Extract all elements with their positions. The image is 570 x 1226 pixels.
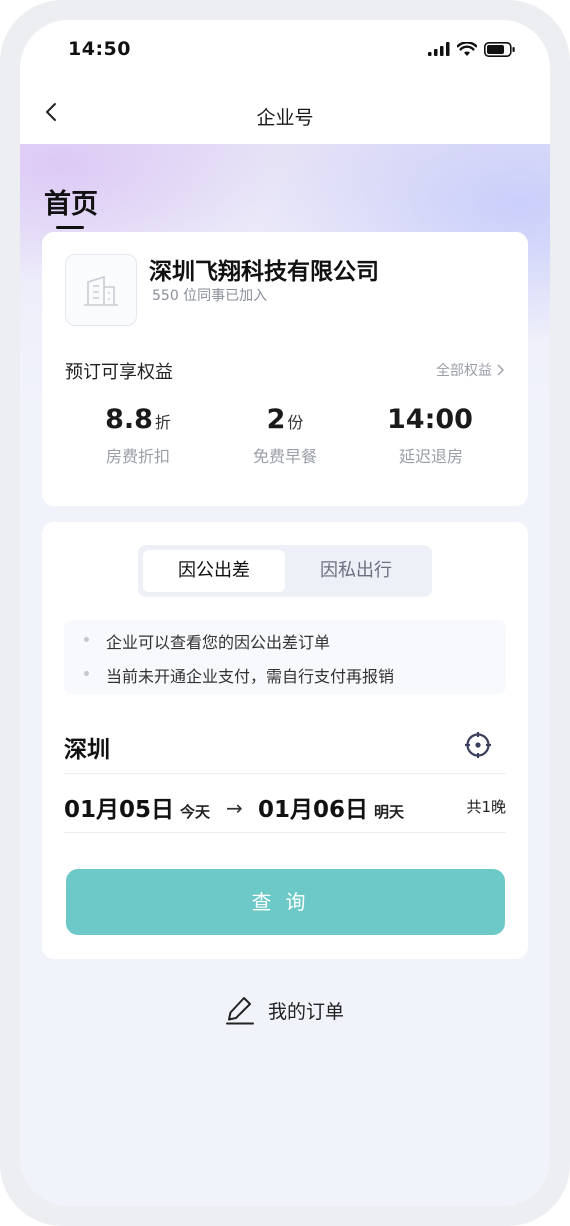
benefit-breakfast: 2份 免费早餐	[205, 404, 365, 467]
wifi-icon	[457, 41, 477, 56]
benefit-value: 14:00	[387, 404, 473, 435]
building-icon	[84, 275, 118, 306]
company-members: 550 位同事已加入	[152, 288, 268, 304]
benefit-label: 房费折扣	[105, 447, 170, 466]
benefit-label: 延迟退房	[398, 447, 463, 466]
check-out-date[interactable]: 01月06日 明天	[258, 790, 404, 824]
company-name: 深圳飞翔科技有限公司	[149, 259, 379, 285]
note-item: 企业可以查看您的因公出差订单	[84, 629, 330, 653]
date-selector[interactable]: 01月05日 今天 → 01月06日 明天 共1晚	[64, 790, 506, 830]
screen: 14:50 企业号 首页 深圳飞翔科技有限公司 550 位同事已加入 预订可享权…	[20, 20, 550, 1206]
tab-business-trip[interactable]: 因公出差	[143, 550, 285, 592]
city-selector[interactable]: 深圳	[64, 730, 110, 764]
check-in-date[interactable]: 01月05日 今天	[64, 790, 210, 824]
nights-count: 共1晚	[466, 798, 506, 816]
booking-card: 因公出差 因私出行 企业可以查看您的因公出差订单 当前未开通企业支付，需自行支付…	[42, 522, 528, 959]
benefit-value: 2份	[266, 404, 304, 435]
phone-frame: 14:50 企业号 首页 深圳飞翔科技有限公司 550 位同事已加入 预订可享权…	[0, 0, 570, 1226]
query-button[interactable]: 查询	[66, 869, 505, 935]
benefit-late-checkout: 14:00 延迟退房	[351, 404, 511, 467]
status-time: 14:50	[68, 38, 131, 60]
my-orders-link[interactable]: 我的订单	[20, 995, 550, 1025]
battery-icon	[484, 41, 515, 57]
benefit-label: 免费早餐	[252, 447, 317, 466]
benefits-title: 预订可享权益	[65, 362, 173, 383]
benefit-discount: 8.8 折 房费折扣	[58, 404, 218, 467]
tab-personal-trip[interactable]: 因私出行	[285, 550, 427, 592]
trip-type-tabs: 因公出差 因私出行	[138, 545, 432, 597]
locate-icon[interactable]	[464, 731, 492, 759]
divider	[64, 832, 506, 833]
note-item: 当前未开通企业支付，需自行支付再报销	[84, 663, 394, 687]
all-benefits-label: 全部权益	[436, 363, 492, 379]
date-arrow: →	[226, 796, 243, 820]
chevron-right-icon	[497, 364, 504, 376]
company-logo	[65, 254, 137, 326]
nav-bar: 企业号	[20, 78, 550, 144]
booking-notes: 企业可以查看您的因公出差订单 当前未开通企业支付，需自行支付再报销	[64, 620, 506, 694]
benefit-value: 8.8 折	[105, 404, 171, 435]
signal-icon	[428, 42, 450, 56]
company-card: 深圳飞翔科技有限公司 550 位同事已加入 预订可享权益 全部权益 8.8 折 房…	[42, 232, 528, 506]
title-underline	[56, 226, 84, 229]
status-bar: 14:50	[20, 20, 550, 78]
my-orders-label: 我的订单	[267, 1000, 344, 1023]
all-benefits-link[interactable]: 全部权益	[436, 360, 504, 380]
pencil-icon	[225, 997, 254, 1025]
page-title: 首页	[44, 189, 98, 220]
divider	[64, 773, 506, 774]
status-icons	[428, 41, 516, 57]
nav-title: 企业号	[256, 107, 314, 129]
